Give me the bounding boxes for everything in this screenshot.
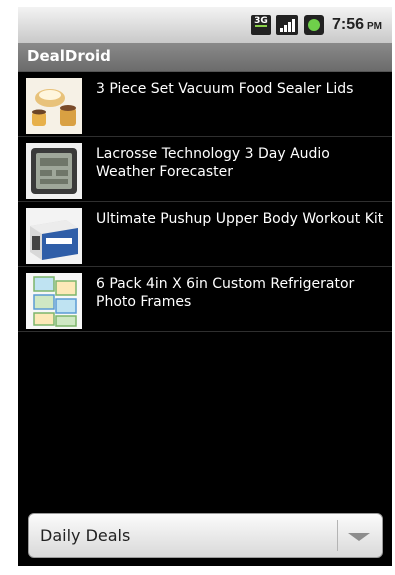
deal-category-spinner[interactable]: Daily Deals	[28, 513, 383, 558]
phone-screen: 3G 7:56 PM DealDroid 3 Piece Set Vacuum …	[18, 7, 392, 566]
deal-label: 6 Pack 4in X 6in Custom Refrigerator Pho…	[96, 276, 355, 310]
spinner-selected-value: Daily Deals	[40, 526, 131, 545]
battery-icon	[303, 15, 324, 35]
deal-label: 3 Piece Set Vacuum Food Sealer Lids	[96, 81, 354, 97]
photo-frames-thumbnail	[26, 273, 82, 329]
signal-icon	[275, 15, 298, 35]
status-icons: 3G 7:56 PM	[250, 7, 382, 43]
clock-time: 7:56	[331, 16, 364, 33]
spinner-divider	[337, 520, 338, 551]
weather-forecaster-thumbnail	[26, 143, 82, 199]
deal-item-food-sealer-lids[interactable]: 3 Piece Set Vacuum Food Sealer Lids	[18, 72, 392, 137]
3g-icon: 3G	[250, 15, 271, 35]
deal-list: 3 Piece Set Vacuum Food Sealer Lids Lacr…	[18, 72, 392, 332]
deal-item-weather-forecaster[interactable]: Lacrosse Technology 3 Day Audio Weather …	[18, 137, 392, 202]
deal-label: Ultimate Pushup Upper Body Workout Kit	[96, 211, 384, 227]
app-title: DealDroid	[27, 47, 111, 65]
deal-label: Lacrosse Technology 3 Day Audio Weather …	[96, 146, 330, 180]
clock: 7:56 PM	[332, 16, 382, 34]
pushup-kit-thumbnail	[26, 208, 82, 264]
status-bar: 3G 7:56 PM	[18, 7, 392, 43]
food-sealer-lids-thumbnail	[26, 78, 82, 134]
deal-item-photo-frames[interactable]: 6 Pack 4in X 6in Custom Refrigerator Pho…	[18, 267, 392, 332]
chevron-down-icon[interactable]	[348, 533, 370, 541]
clock-ampm: PM	[367, 21, 382, 32]
deal-item-pushup-kit[interactable]: Ultimate Pushup Upper Body Workout Kit	[18, 202, 392, 267]
title-bar: DealDroid	[18, 43, 392, 72]
